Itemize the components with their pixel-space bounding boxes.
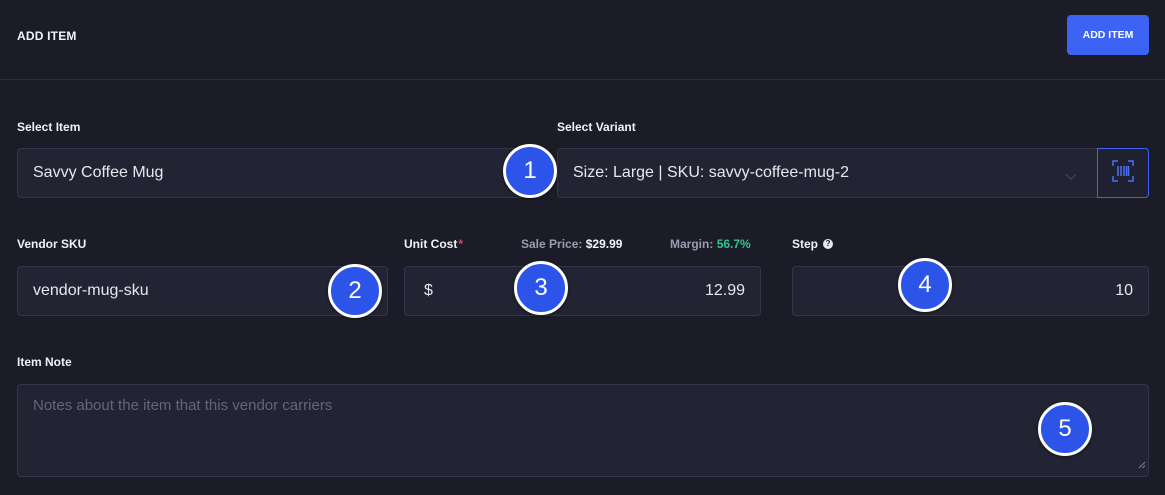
item-note-textarea[interactable]: Notes about the item that this vendor ca… — [17, 384, 1149, 477]
sale-price-label: Sale Price: — [521, 237, 583, 251]
margin-value: 56.7% — [716, 237, 751, 251]
annotation-badge-4: 4 — [898, 258, 952, 312]
page-header: ADD ITEM ADD ITEM — [0, 0, 1165, 80]
chevron-down-icon — [1065, 168, 1077, 186]
resize-handle-icon[interactable] — [1138, 456, 1146, 474]
vendor-sku-value: vendor-mug-sku — [33, 282, 149, 299]
item-note-placeholder: Notes about the item that this vendor ca… — [33, 396, 333, 414]
step-label-text: Step — [792, 237, 819, 251]
step-value: 10 — [1115, 282, 1133, 299]
help-icon[interactable]: ? — [823, 238, 834, 249]
annotation-badge-2: 2 — [328, 264, 382, 318]
select-item-value: Savvy Coffee Mug — [33, 164, 164, 181]
select-item-label: Select Item — [17, 120, 81, 134]
item-note-label: Item Note — [17, 355, 72, 369]
currency-symbol: $ — [424, 282, 433, 299]
select-item-field[interactable]: Savvy Coffee Mug — [17, 148, 542, 198]
step-label: Step? — [792, 237, 834, 251]
barcode-scan-icon — [1112, 159, 1134, 187]
select-variant-dropdown[interactable]: Size: Large | SKU: savvy-coffee-mug-2 — [557, 148, 1098, 198]
required-marker: * — [458, 237, 463, 251]
select-variant-label: Select Variant — [557, 120, 636, 134]
unit-cost-input[interactable]: $ 12.99 — [404, 266, 761, 316]
select-variant-value: Size: Large | SKU: savvy-coffee-mug-2 — [573, 164, 849, 181]
sale-price-value: $29.99 — [585, 237, 623, 251]
margin-label: Margin: — [670, 237, 714, 251]
annotation-badge-1: 1 — [503, 144, 557, 198]
unit-cost-value: 12.99 — [704, 282, 745, 299]
scan-barcode-button[interactable] — [1097, 148, 1149, 198]
page-title: ADD ITEM — [17, 29, 77, 43]
margin-info: Margin: 56.7% — [670, 237, 751, 251]
add-item-button[interactable]: ADD ITEM — [1067, 15, 1149, 55]
vendor-sku-label: Vendor SKU — [17, 237, 87, 251]
annotation-badge-5: 5 — [1038, 402, 1092, 456]
unit-cost-label: Unit Cost* — [404, 237, 463, 251]
unit-cost-label-text: Unit Cost — [404, 237, 458, 251]
step-input[interactable]: 10 — [792, 266, 1149, 316]
sale-price-info: Sale Price: $29.99 — [521, 237, 622, 251]
annotation-badge-3: 3 — [514, 261, 568, 315]
